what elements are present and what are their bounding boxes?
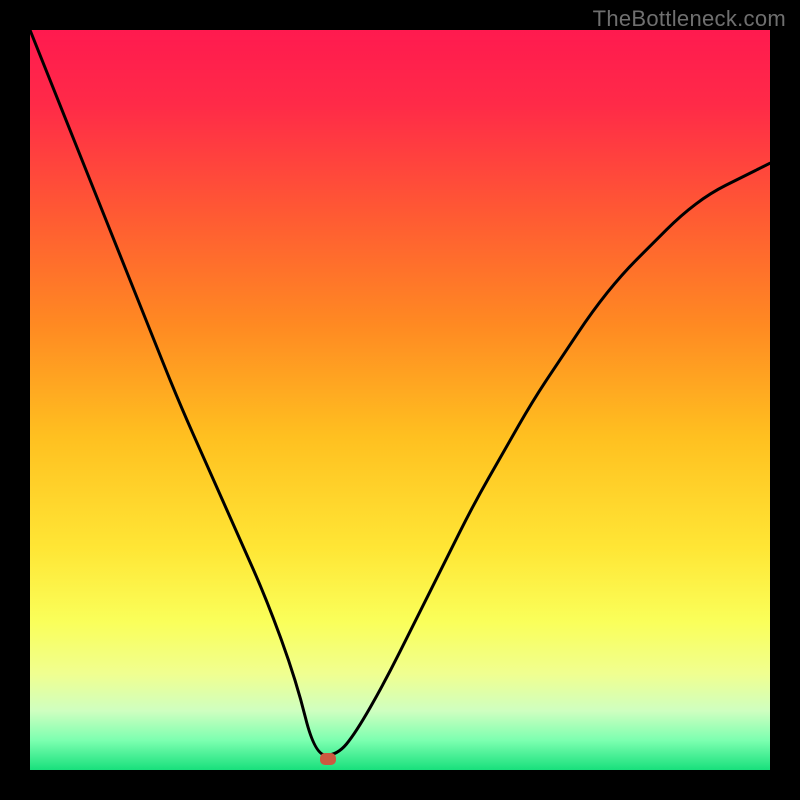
curve-svg — [30, 30, 770, 770]
plot-area — [30, 30, 770, 770]
watermark-text: TheBottleneck.com — [593, 6, 786, 32]
optimal-point-marker — [320, 753, 336, 765]
chart-frame: TheBottleneck.com — [0, 0, 800, 800]
bottleneck-curve — [30, 30, 770, 755]
